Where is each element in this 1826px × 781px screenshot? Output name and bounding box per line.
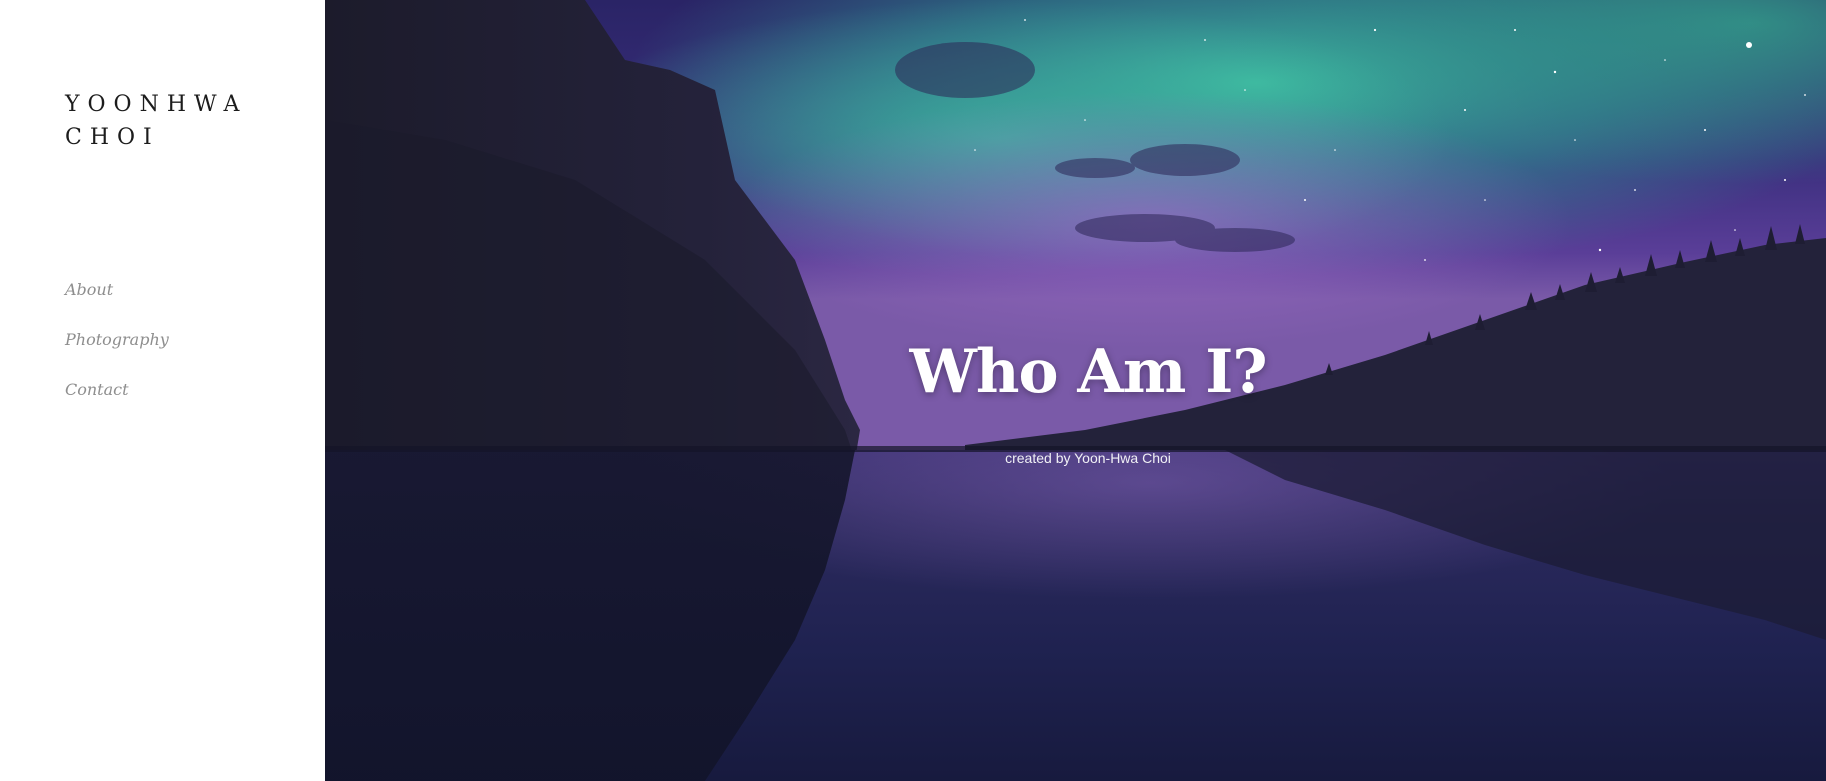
page: YOONHWA CHOI About Photography Contact W… (0, 0, 1826, 781)
hero-title-wrap: Who Am I? (325, 334, 1826, 410)
brand-line-last: CHOI (65, 125, 160, 150)
sidebar-nav: About Photography Contact (65, 276, 169, 426)
brand-line-first: YOONHWA (65, 92, 248, 117)
hero-section: Who Am I? created by Yoon-Hwa Choi (325, 0, 1826, 781)
nav-item-photography: Photography (65, 326, 169, 376)
hero-subtitle: created by Yoon-Hwa Choi (1005, 450, 1171, 466)
nav-item-contact: Contact (65, 376, 169, 426)
nav-link-contact[interactable]: Contact (65, 380, 129, 399)
hero-subtitle-wrap: created by Yoon-Hwa Choi (325, 448, 1826, 468)
nav-link-about[interactable]: About (65, 280, 113, 299)
hero-title: Who Am I? (909, 337, 1267, 407)
nav-link-photography[interactable]: Photography (65, 330, 169, 349)
nav-item-about: About (65, 276, 169, 326)
site-brand[interactable]: YOONHWA CHOI (65, 88, 247, 154)
sidebar: YOONHWA CHOI About Photography Contact (0, 0, 325, 781)
